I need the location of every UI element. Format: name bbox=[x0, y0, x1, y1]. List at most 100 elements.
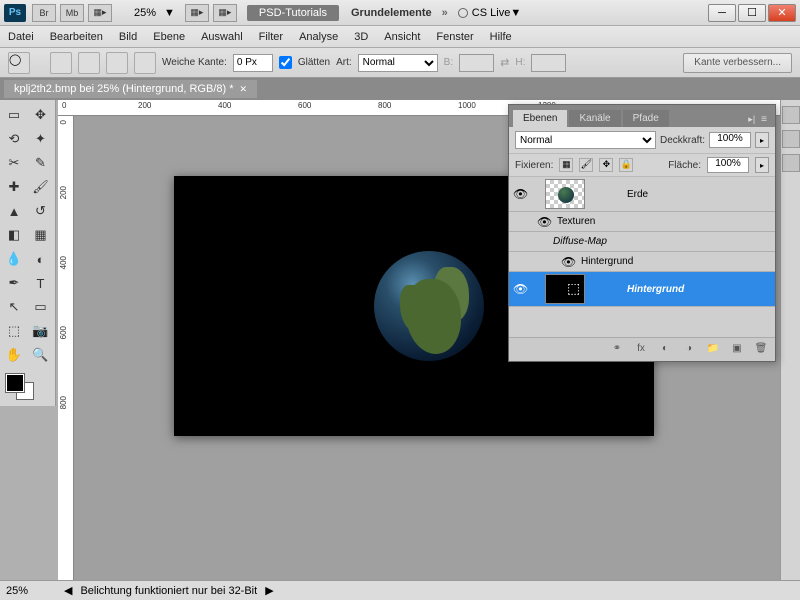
lock-transparency-icon[interactable]: ▦ bbox=[559, 158, 573, 172]
status-bar: 25% ◀ Belichtung funktioniert nur bei 32… bbox=[0, 580, 800, 600]
panel-tabs: Ebenen Kanäle Pfade ▸| ≡ bbox=[509, 105, 775, 127]
style-select[interactable]: Normal bbox=[358, 54, 438, 72]
fill-arrow-icon[interactable]: ▸ bbox=[755, 157, 769, 173]
move-tool[interactable]: ✥ bbox=[29, 104, 53, 126]
screen-mode-button[interactable]: ▦▸ bbox=[185, 4, 209, 22]
menu-fenster[interactable]: Fenster bbox=[436, 31, 473, 43]
eyedropper-tool[interactable]: ✎ bbox=[29, 152, 53, 174]
selection-add-icon[interactable] bbox=[78, 52, 100, 74]
brush-tool[interactable]: 🖌 bbox=[29, 176, 53, 198]
close-tab-icon[interactable]: ✕ bbox=[240, 84, 248, 95]
cursor-icon: ⬚ bbox=[567, 280, 580, 297]
layer-erde[interactable]: 👁 Erde bbox=[509, 177, 775, 212]
lock-pixels-icon[interactable]: 🖌 bbox=[579, 158, 593, 172]
fill-value[interactable]: 100% bbox=[707, 157, 749, 173]
marquee-tool[interactable]: ▭ bbox=[2, 104, 26, 126]
status-zoom[interactable]: 25% bbox=[6, 585, 56, 597]
dock-icon-3[interactable] bbox=[782, 154, 800, 172]
menu-3d[interactable]: 3D bbox=[354, 31, 368, 43]
layer-texturen[interactable]: 👁 Texturen bbox=[509, 212, 775, 232]
selection-new-icon[interactable] bbox=[50, 52, 72, 74]
new-layer-icon[interactable]: ▣ bbox=[729, 343, 745, 357]
lock-all-icon[interactable]: 🔒 bbox=[619, 158, 633, 172]
wand-tool[interactable]: ✦ bbox=[29, 128, 53, 150]
opacity-arrow-icon[interactable]: ▸ bbox=[755, 132, 769, 148]
minimize-button[interactable]: ─ bbox=[708, 4, 736, 22]
dodge-tool[interactable]: ◐ bbox=[29, 248, 53, 270]
workspace-badge[interactable]: PSD-Tutorials bbox=[247, 5, 339, 21]
feather-input[interactable] bbox=[233, 54, 273, 72]
blur-tool[interactable]: 💧 bbox=[2, 248, 26, 270]
maximize-button[interactable]: ☐ bbox=[738, 4, 766, 22]
layer-hintergrund[interactable]: 👁 Hintergrund ⬚ bbox=[509, 272, 775, 307]
foreground-color-swatch[interactable] bbox=[6, 374, 24, 392]
pen-tool[interactable]: ✒ bbox=[2, 272, 26, 294]
selection-subtract-icon[interactable] bbox=[106, 52, 128, 74]
extras-button[interactable]: ▦▸ bbox=[213, 4, 237, 22]
menu-ansicht[interactable]: Ansicht bbox=[384, 31, 420, 43]
zoom-select[interactable]: 25% bbox=[134, 7, 156, 19]
menu-ebene[interactable]: Ebene bbox=[153, 31, 185, 43]
visibility-icon[interactable]: 👁 bbox=[513, 282, 527, 296]
antialias-checkbox[interactable] bbox=[279, 56, 292, 69]
type-tool[interactable]: T bbox=[29, 272, 53, 294]
visibility-icon[interactable]: 👁 bbox=[537, 215, 551, 229]
menu-bearbeiten[interactable]: Bearbeiten bbox=[50, 31, 103, 43]
selection-intersect-icon[interactable] bbox=[134, 52, 156, 74]
dock-icon-2[interactable] bbox=[782, 130, 800, 148]
bridge-button[interactable]: Br bbox=[32, 4, 56, 22]
layer-group-icon[interactable]: 📁 bbox=[705, 343, 721, 357]
cslive-button[interactable]: CS Live ▼ bbox=[458, 7, 521, 19]
stamp-tool[interactable]: ▲ bbox=[2, 200, 26, 222]
zoom-tool[interactable]: 🔍 bbox=[29, 344, 53, 366]
menu-bild[interactable]: Bild bbox=[119, 31, 137, 43]
menu-auswahl[interactable]: Auswahl bbox=[201, 31, 243, 43]
link-layers-icon[interactable]: ⚭ bbox=[609, 343, 625, 357]
refine-edge-button[interactable]: Kante verbessern... bbox=[683, 53, 792, 73]
crop-tool[interactable]: ✂ bbox=[2, 152, 26, 174]
opacity-value[interactable]: 100% bbox=[709, 132, 751, 148]
3d-tool[interactable]: ⬚ bbox=[2, 320, 26, 342]
hand-tool[interactable]: ✋ bbox=[2, 344, 26, 366]
status-next-icon[interactable]: ▶ bbox=[265, 584, 273, 597]
layer-diffuse-map[interactable]: Diffuse-Map bbox=[509, 232, 775, 252]
panel-menu-icon[interactable]: ≡ bbox=[757, 112, 771, 127]
tool-preset-icon[interactable]: ◯ bbox=[8, 52, 30, 74]
menu-datei[interactable]: Datei bbox=[8, 31, 34, 43]
shape-tool[interactable]: ▭ bbox=[29, 296, 53, 318]
tab-pfade[interactable]: Pfade bbox=[623, 110, 669, 127]
visibility-icon[interactable]: 👁 bbox=[513, 187, 527, 201]
status-nav-icon[interactable]: ◀ bbox=[64, 584, 72, 597]
layer-fx-icon[interactable]: fx bbox=[633, 343, 649, 357]
layer-thumbnail[interactable] bbox=[545, 179, 585, 209]
arrange-button[interactable]: ▦▸ bbox=[88, 4, 112, 22]
healing-tool[interactable]: ✚ bbox=[2, 176, 26, 198]
menu-filter[interactable]: Filter bbox=[259, 31, 283, 43]
tab-kanale[interactable]: Kanäle bbox=[569, 110, 620, 127]
document-tab[interactable]: kplj2th2.bmp bei 25% (Hintergrund, RGB/8… bbox=[4, 80, 257, 98]
visibility-icon[interactable]: 👁 bbox=[561, 255, 575, 269]
lasso-tool[interactable]: ⟲ bbox=[2, 128, 26, 150]
layer-mask-icon[interactable]: ◐ bbox=[657, 343, 673, 357]
tab-ebenen[interactable]: Ebenen bbox=[513, 110, 567, 127]
gradient-tool[interactable]: ▦ bbox=[29, 224, 53, 246]
panel-collapse-icon[interactable]: ▸| bbox=[746, 112, 757, 127]
history-brush-tool[interactable]: ↺ bbox=[29, 200, 53, 222]
menu-analyse[interactable]: Analyse bbox=[299, 31, 338, 43]
color-swatch[interactable] bbox=[2, 372, 53, 402]
3d-camera-tool[interactable]: 📷 bbox=[29, 320, 53, 342]
close-button[interactable]: ✕ bbox=[768, 4, 796, 22]
eraser-tool[interactable]: ◧ bbox=[2, 224, 26, 246]
minibridge-button[interactable]: Mb bbox=[60, 4, 84, 22]
adjustment-layer-icon[interactable]: ◑ bbox=[681, 343, 697, 357]
workspace-more-icon[interactable]: » bbox=[442, 7, 448, 19]
layer-list: 👁 Erde 👁 Texturen Diffuse-Map 👁 Hintergr… bbox=[509, 177, 775, 337]
lock-position-icon[interactable]: ✥ bbox=[599, 158, 613, 172]
workspace-name[interactable]: Grundelemente bbox=[351, 7, 432, 19]
dock-icon-1[interactable] bbox=[782, 106, 800, 124]
menu-hilfe[interactable]: Hilfe bbox=[490, 31, 512, 43]
layer-hintergrund-nested[interactable]: 👁 Hintergrund bbox=[509, 252, 775, 272]
blend-mode-select[interactable]: Normal bbox=[515, 131, 656, 149]
path-tool[interactable]: ↖ bbox=[2, 296, 26, 318]
delete-layer-icon[interactable]: 🗑 bbox=[753, 343, 769, 357]
